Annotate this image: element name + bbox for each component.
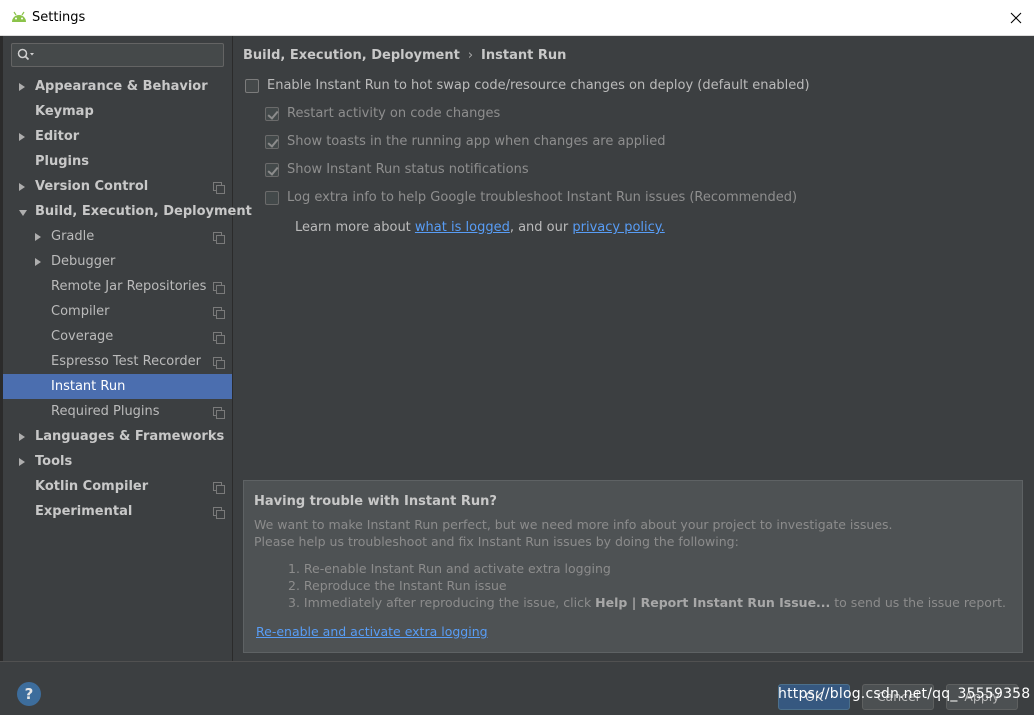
sidebar-item-plugins[interactable]: Plugins [3, 149, 232, 174]
sidebar-item-coverage[interactable]: Coverage [3, 324, 232, 349]
privacy-policy-link[interactable]: privacy policy. [572, 220, 664, 235]
project-level-icon [213, 507, 225, 519]
log-extra-label[interactable]: Log extra info to help Google troublesho… [287, 190, 797, 206]
trouble-step-text: 3. Immediately after reproducing the iss… [288, 595, 596, 610]
sidebar-item-keymap[interactable]: Keymap [3, 99, 232, 124]
sidebar-item-remote-jar-repositories[interactable]: Remote Jar Repositories [3, 274, 232, 299]
search-icon [17, 48, 34, 61]
android-studio-icon [12, 11, 26, 22]
sidebar-item-label: Compiler [51, 304, 110, 319]
close-button[interactable] [998, 0, 1034, 36]
ok-button[interactable]: OK [778, 684, 850, 710]
sidebar-item-tools[interactable]: Tools [3, 449, 232, 474]
project-level-icon [213, 232, 225, 244]
expanded-arrow-icon[interactable] [19, 210, 27, 216]
restart-activity-label[interactable]: Restart activity on code changes [287, 106, 500, 122]
close-icon [1010, 12, 1022, 24]
sidebar-item-label: Experimental [35, 504, 133, 519]
show-status-checkbox[interactable] [265, 163, 279, 177]
sidebar-item-label: Plugins [35, 154, 89, 169]
sidebar-item-label: Languages & Frameworks [35, 429, 225, 444]
window-title: Settings [32, 10, 86, 25]
breadcrumb-separator: › [467, 48, 474, 63]
what-is-logged-link[interactable]: what is logged [415, 220, 510, 235]
trouble-panel-line: Please help us troubleshoot and fix Inst… [254, 534, 739, 549]
sidebar-item-label: Appearance & Behavior [35, 79, 208, 94]
collapsed-arrow-icon[interactable] [19, 133, 25, 141]
sidebar-item-label: Keymap [35, 104, 94, 119]
sidebar-item-label: Remote Jar Repositories [51, 279, 207, 294]
sidebar-item-label: Coverage [51, 329, 114, 344]
dialog-footer: ? OK Cancel Apply https://blog.csdn.net/… [0, 661, 1034, 715]
sidebar-item-espresso-test-recorder[interactable]: Espresso Test Recorder [3, 349, 232, 374]
collapsed-arrow-icon[interactable] [19, 458, 25, 466]
sidebar-item-label: Version Control [35, 179, 149, 194]
breadcrumb-current: Instant Run [481, 48, 567, 63]
show-toasts-checkbox[interactable] [265, 135, 279, 149]
sidebar-item-label: Build, Execution, Deployment [35, 204, 252, 219]
sidebar-item-compiler[interactable]: Compiler [3, 299, 232, 324]
instant-run-page: Build, Execution, Deployment › Instant Run… [233, 36, 1034, 661]
settings-tree: Appearance & Behavior Keymap Editor Plugins… [3, 74, 252, 524]
trouble-step-text: to send us the issue report. [830, 595, 1006, 610]
collapsed-arrow-icon[interactable] [19, 183, 25, 191]
report-issue-menu-path: Help | Report Instant Run Issue... [595, 595, 831, 610]
re-enable-logging-link[interactable]: Re-enable and activate extra logging [256, 624, 488, 639]
trouble-panel: Having trouble with Instant Run? We want… [243, 480, 1023, 653]
project-level-icon [213, 282, 225, 294]
trouble-step: 2. Reproduce the Instant Run issue [288, 578, 507, 593]
project-level-icon [213, 182, 225, 194]
show-toasts-label[interactable]: Show toasts in the running app when chan… [287, 134, 665, 150]
sidebar-item-instant-run[interactable]: Instant Run [3, 374, 232, 399]
trouble-panel-title: Having trouble with Instant Run? [254, 494, 497, 509]
learn-more-prefix: Learn more about [295, 220, 415, 235]
trouble-step: 3. Immediately after reproducing the iss… [288, 595, 1006, 610]
sidebar-item-label: Debugger [51, 254, 116, 269]
sidebar-item-build-execution-deployment[interactable]: Build, Execution, Deployment [3, 199, 252, 224]
log-extra-checkbox[interactable] [265, 191, 279, 205]
show-status-label[interactable]: Show Instant Run status notifications [287, 162, 529, 178]
sidebar-item-label: Kotlin Compiler [35, 479, 149, 494]
enable-instant-run-label[interactable]: Enable Instant Run to hot swap code/reso… [267, 78, 810, 94]
sidebar-item-label: Tools [35, 454, 73, 469]
learn-more-middle: , and our [509, 220, 573, 235]
sidebar-item-appearance-behavior[interactable]: Appearance & Behavior [3, 74, 232, 99]
sidebar-item-editor[interactable]: Editor [3, 124, 232, 149]
project-level-icon [213, 332, 225, 344]
sidebar-item-label: Espresso Test Recorder [51, 354, 201, 369]
project-level-icon [213, 307, 225, 319]
help-button[interactable]: ? [17, 682, 41, 706]
sidebar-item-gradle[interactable]: Gradle [3, 224, 232, 249]
trouble-step: 1. Re-enable Instant Run and activate ex… [288, 561, 611, 576]
learn-more-text: Learn more about what is logged, and our… [295, 220, 665, 235]
collapsed-arrow-icon[interactable] [35, 233, 41, 241]
apply-button[interactable]: Apply [946, 684, 1018, 710]
collapsed-arrow-icon[interactable] [19, 433, 25, 441]
project-level-icon [213, 482, 225, 494]
sidebar-item-required-plugins[interactable]: Required Plugins [3, 399, 232, 424]
settings-sidebar: Appearance & Behavior Keymap Editor Plugins… [3, 36, 252, 661]
sidebar-item-experimental[interactable]: Experimental [3, 499, 232, 524]
title-bar: Settings [0, 0, 1034, 36]
collapsed-arrow-icon[interactable] [35, 258, 41, 266]
project-level-icon [213, 407, 225, 419]
sidebar-item-version-control[interactable]: Version Control [3, 174, 232, 199]
sidebar-item-label: Gradle [51, 229, 95, 244]
cancel-button[interactable]: Cancel [862, 684, 934, 710]
sidebar-item-label: Required Plugins [51, 404, 160, 419]
sidebar-item-debugger[interactable]: Debugger [3, 249, 232, 274]
sidebar-item-kotlin-compiler[interactable]: Kotlin Compiler [3, 474, 232, 499]
project-level-icon [213, 357, 225, 369]
breadcrumb-parent[interactable]: Build, Execution, Deployment [243, 48, 460, 63]
search-input[interactable] [11, 43, 224, 67]
breadcrumb: Build, Execution, Deployment › Instant Run [243, 48, 566, 63]
sidebar-item-languages-frameworks[interactable]: Languages & Frameworks [3, 424, 232, 449]
sidebar-item-label: Editor [35, 129, 80, 144]
restart-activity-checkbox[interactable] [265, 107, 279, 121]
sidebar-item-label: Instant Run [51, 379, 126, 394]
collapsed-arrow-icon[interactable] [19, 83, 25, 91]
enable-instant-run-checkbox[interactable] [245, 79, 259, 93]
trouble-panel-line: We want to make Instant Run perfect, but… [254, 517, 893, 532]
